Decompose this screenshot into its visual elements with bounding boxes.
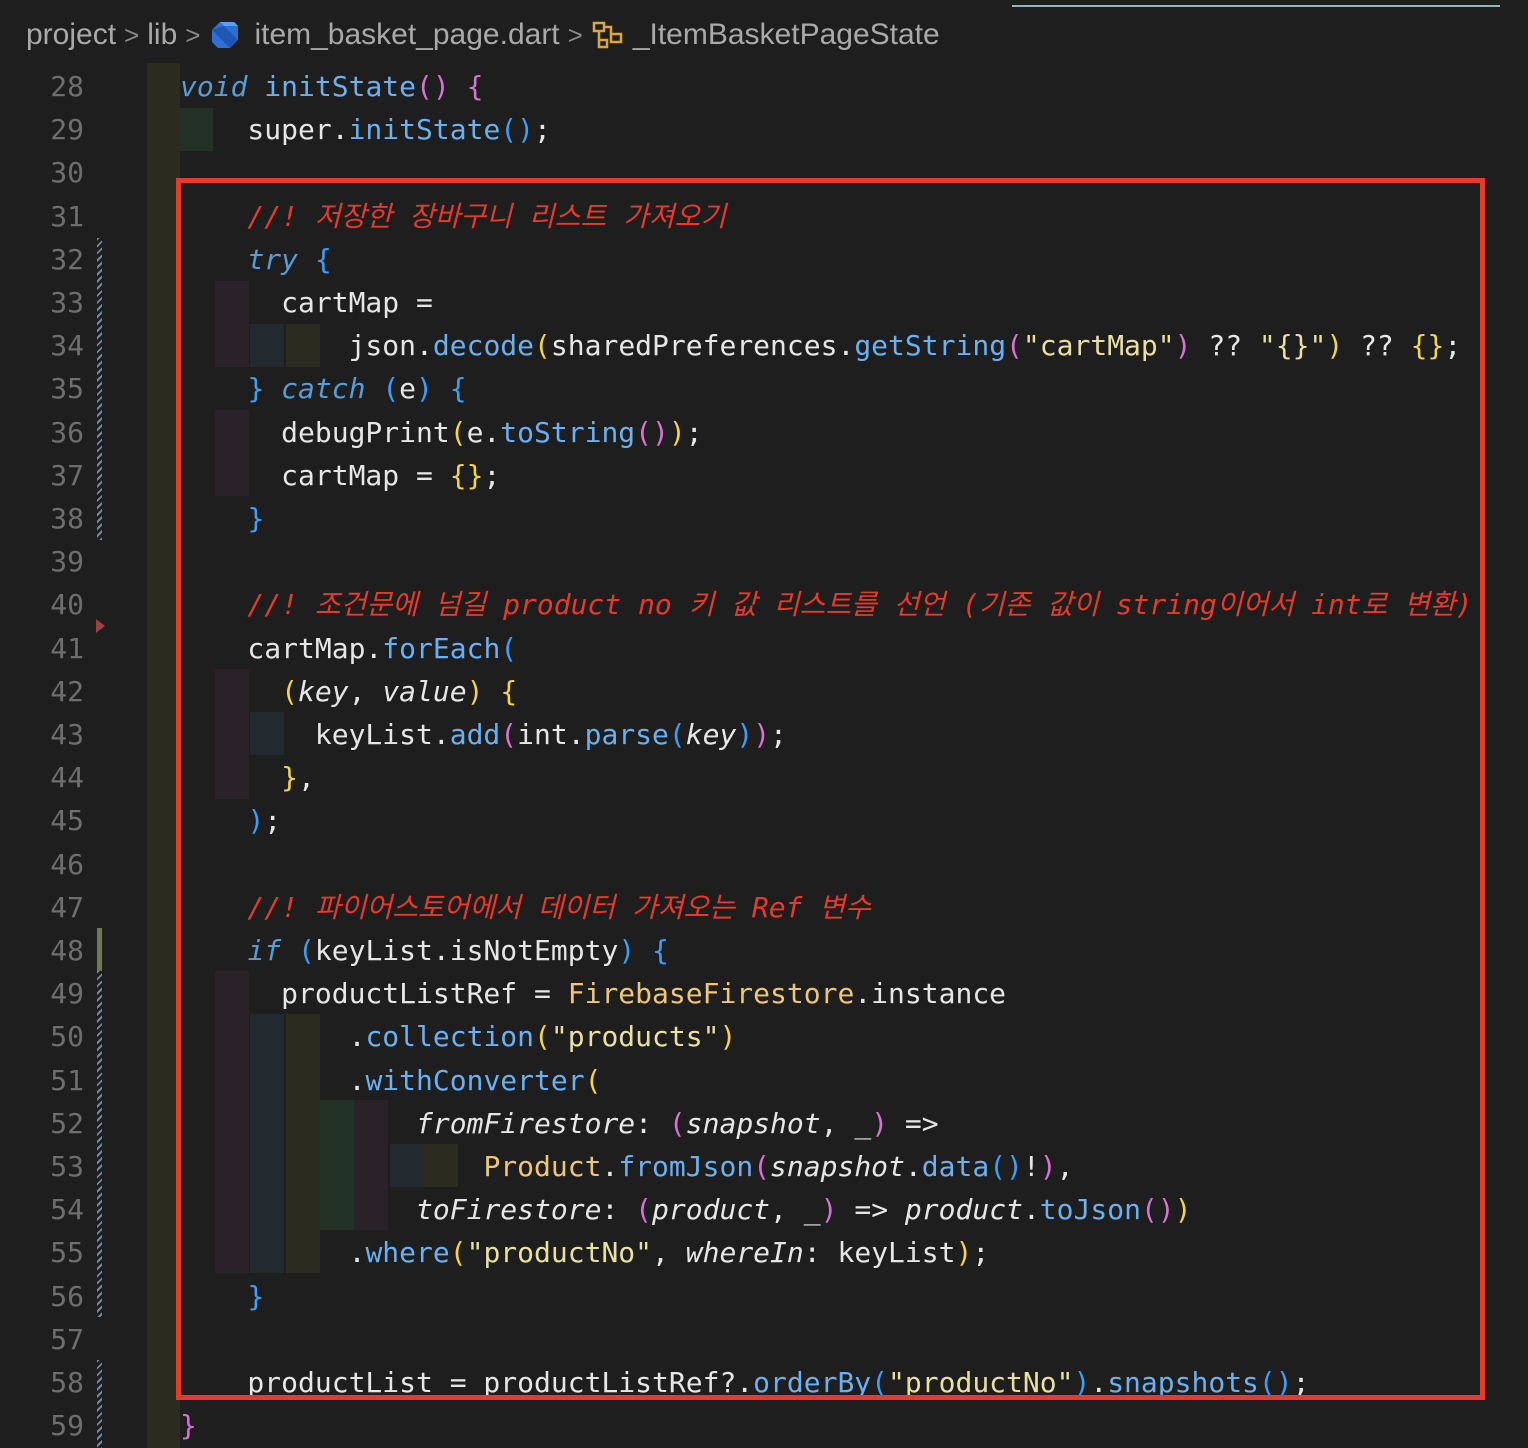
code-token: {: [466, 70, 484, 103]
highlight-annotation-box: [176, 178, 1485, 1400]
code-token: void: [180, 70, 248, 103]
line-number: 46: [50, 847, 84, 881]
line-number: 51: [50, 1063, 84, 1097]
class-symbol-icon: [592, 21, 623, 49]
code-line[interactable]: 28 void initState() {: [0, 65, 1528, 108]
line-number: 42: [50, 674, 84, 708]
breadcrumb: project > lib > item_basket_page.dart > …: [26, 14, 940, 56]
line-number: 45: [50, 804, 84, 838]
line-number: 49: [50, 977, 84, 1011]
editor-top-accent-line: [1012, 5, 1500, 7]
line-number: 40: [50, 588, 84, 622]
line-number: 38: [50, 502, 84, 535]
line-number: 47: [50, 890, 84, 924]
line-number: 43: [50, 718, 84, 751]
line-number: 33: [50, 286, 84, 319]
dart-file-icon: [212, 22, 239, 48]
breadcrumb-item-project[interactable]: project: [26, 18, 116, 52]
line-number: 54: [50, 1193, 84, 1227]
code-text: super.initState();: [180, 108, 551, 151]
code-token: (): [500, 113, 535, 147]
line-number: 53: [50, 1150, 84, 1183]
line-number: 37: [50, 458, 84, 492]
breadcrumb-item-lib[interactable]: lib: [147, 18, 177, 52]
code-token: ;: [534, 113, 551, 147]
line-number: 50: [50, 1020, 84, 1054]
line-number: 28: [50, 70, 84, 103]
line-number: 36: [50, 415, 84, 449]
line-number: 56: [50, 1279, 84, 1313]
line-number: 57: [50, 1322, 84, 1356]
code-line[interactable]: 29 super.initState();: [0, 108, 1528, 151]
line-number: 44: [50, 761, 84, 795]
line-number: 52: [50, 1106, 84, 1140]
code-token: super: [180, 113, 332, 147]
code-text: void initState() {: [180, 65, 483, 108]
chevron-right-icon: >: [185, 19, 201, 50]
line-number: 55: [50, 1236, 84, 1270]
line-number: 39: [50, 545, 84, 579]
code-token: initState: [264, 70, 417, 103]
line-number: 32: [50, 242, 84, 276]
breadcrumb-item-symbol[interactable]: _ItemBasketPageState: [633, 18, 940, 52]
line-number: 58: [50, 1366, 84, 1399]
line-number: 41: [50, 631, 84, 665]
line-number: 35: [50, 372, 84, 406]
line-number: 31: [50, 199, 84, 233]
code-token: .: [331, 113, 349, 147]
line-number: 59: [50, 1409, 84, 1443]
code-line[interactable]: 59}: [0, 1404, 1528, 1447]
code-text: }: [180, 1404, 197, 1447]
code-token: initState: [348, 113, 501, 147]
line-number: 34: [50, 329, 84, 363]
chevron-right-icon: >: [124, 19, 140, 50]
breadcrumb-item-file[interactable]: item_basket_page.dart: [254, 18, 559, 52]
line-number: 30: [50, 156, 84, 190]
chevron-right-icon: >: [567, 19, 583, 50]
code-token: (): [416, 70, 450, 103]
line-number: 48: [50, 934, 84, 967]
code-token: }: [180, 1409, 197, 1443]
line-number: 29: [50, 113, 84, 147]
